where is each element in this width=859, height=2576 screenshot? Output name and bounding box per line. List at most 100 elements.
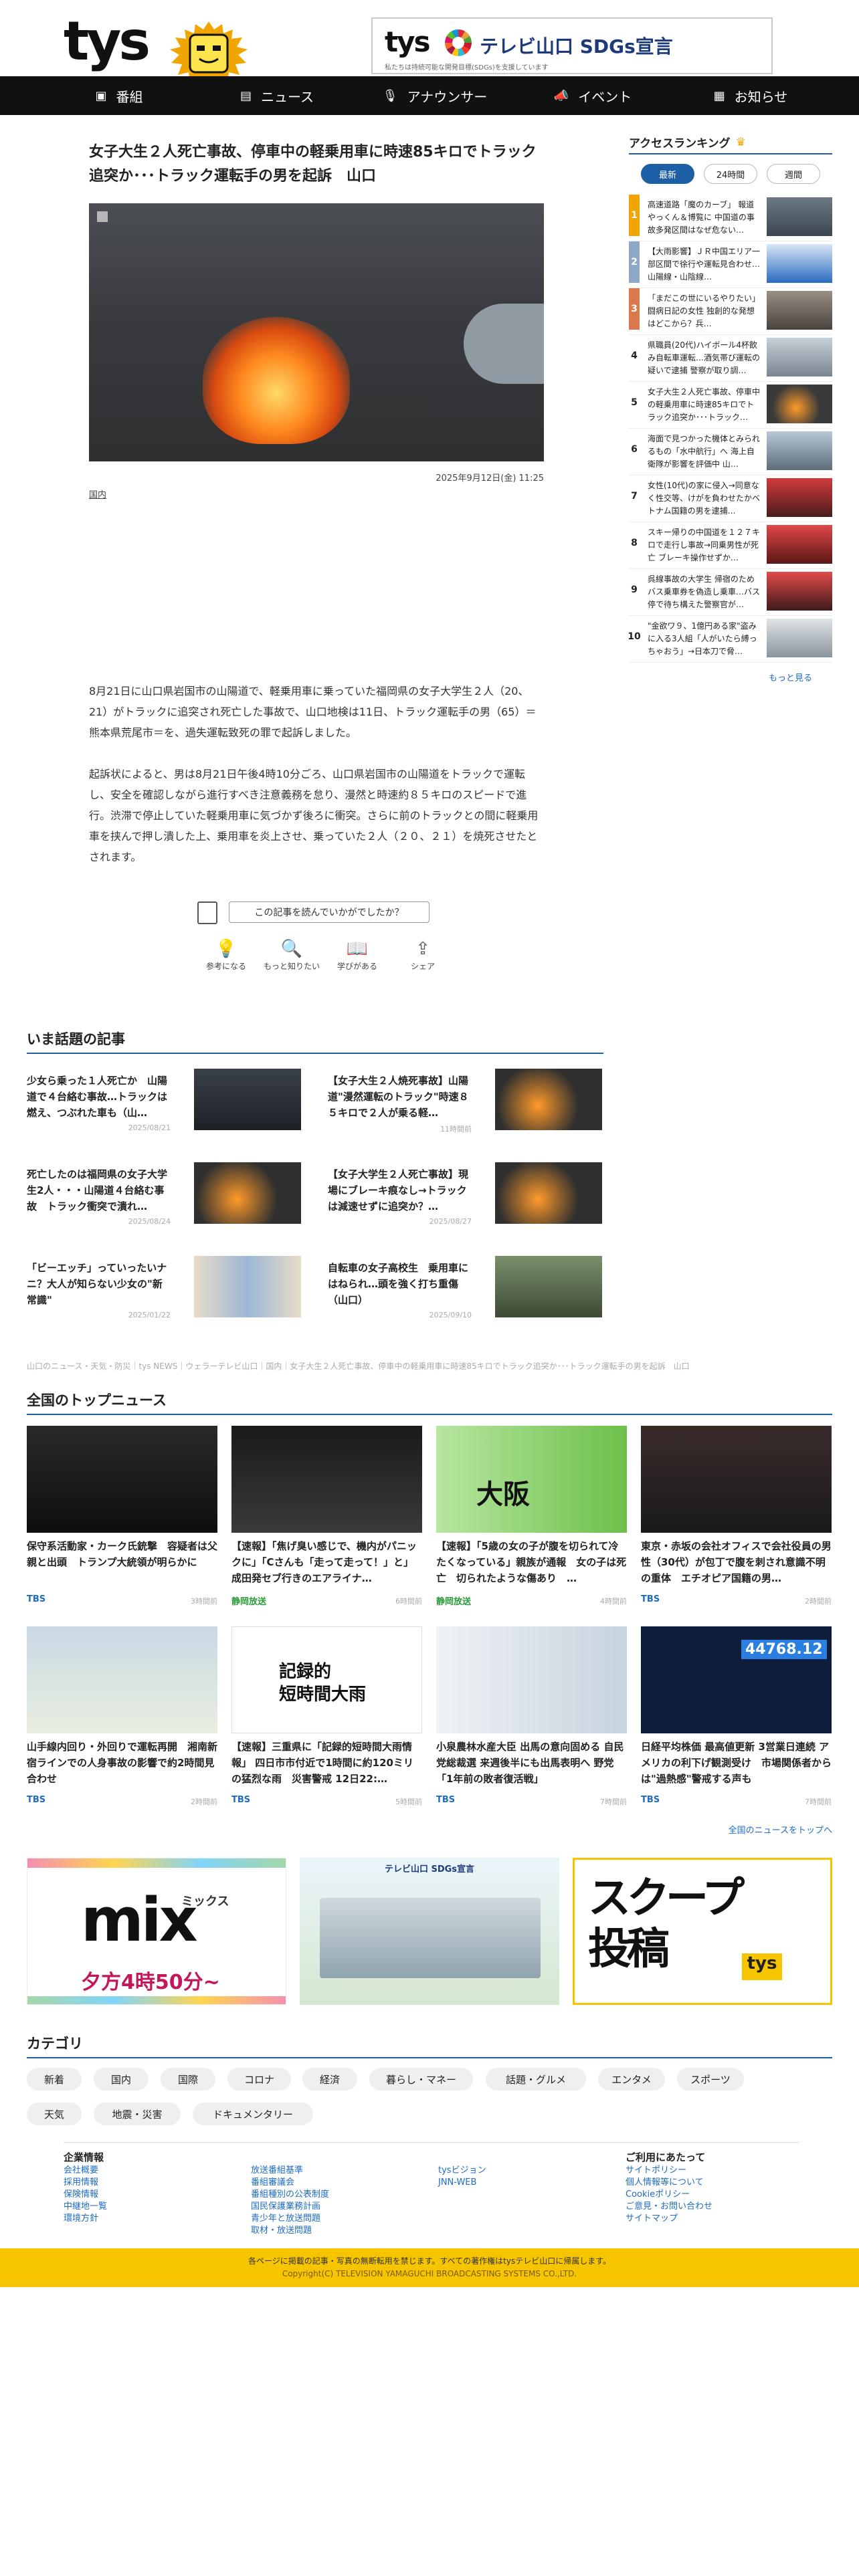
sdgs-wheel-icon xyxy=(445,29,472,56)
breadcrumb[interactable]: 山口のニュース・天気・防災｜tys NEWS｜ウェラーテレビ山口｜国内｜女子大生… xyxy=(27,1360,696,1372)
category-chip[interactable]: 暮らし・マネー xyxy=(369,2068,473,2090)
popular-item[interactable]: 「ビーエッチ」っていったいナニ？大人が知らない少女の"新常識" 2025/01/2… xyxy=(27,1256,308,1323)
promo-sdgs[interactable]: テレビ山口 SDGs宣言 xyxy=(300,1858,559,2005)
footer-link[interactable]: JNN-WEB xyxy=(438,2177,612,2189)
category-chip[interactable]: ドキュメンタリー xyxy=(193,2103,313,2125)
footer-link[interactable]: 青少年と放送問題 xyxy=(251,2213,425,2225)
rank-number: 8 xyxy=(631,538,638,548)
survey-icon xyxy=(197,901,217,924)
top-news-more-link[interactable]: 全国のニュースをトップへ xyxy=(729,1823,832,1836)
ranking-item[interactable]: 7 女性(10代)の家に侵入→同意なく性交等、けがを負わせたかベトナム国籍の男を逮… xyxy=(629,475,832,522)
ranking-item[interactable]: 10 "金欲ワ９、1億円ある家"盗みに入る3人組「人がいたら縛っちゃおう」→日本刀… xyxy=(628,616,832,663)
footer-link[interactable]: 国民保護業務計画 xyxy=(251,2201,425,2213)
ranking-thumbnail xyxy=(767,478,832,517)
reaction-share[interactable]: ⇪ シェア xyxy=(394,938,452,978)
sdgs-banner-sub: 私たちは持続可能な開発目標(SDGs)を支援しています xyxy=(385,64,549,72)
popular-item[interactable]: 【女子大生２人焼死事故】山陽道"漫然運転のトラック"時速８５キロで２人が乗る軽…… xyxy=(328,1069,609,1136)
footer-link[interactable]: 採用情報 xyxy=(64,2177,237,2189)
footer-link[interactable]: 会社概要 xyxy=(64,2165,237,2177)
ranking-item[interactable]: 6 海面で見つかった機体とみられるもの「水中航行」へ 海上自衛隊が影響を評価中 山… xyxy=(629,429,832,475)
reaction-helpful[interactable]: 💡 参考になる xyxy=(197,938,255,978)
reaction-learn[interactable]: 📖 学びがある xyxy=(328,938,386,978)
category-chip[interactable]: スポーツ xyxy=(677,2068,744,2090)
top-news-source: TBS xyxy=(436,1795,456,1805)
popular-title: いま話題の記事 xyxy=(27,1029,603,1054)
reaction-more[interactable]: 🔍 もっと知りたい xyxy=(263,938,320,978)
popular-item[interactable]: 死亡したのは福岡県の女子大学生2人・・・山陽道４台絡む事故 トラック衝突で潰れ…… xyxy=(27,1162,308,1229)
category-chip[interactable]: エンタメ xyxy=(598,2068,665,2090)
category-chip[interactable]: 新着 xyxy=(27,2068,82,2090)
ranking-item[interactable]: 4 県職員(20代)ハイボール4杯飲み自転車運転…酒気帯び運転の疑いで逮捕 警察が… xyxy=(629,335,832,382)
footer-link[interactable]: tysビジョン xyxy=(438,2165,612,2177)
ranking-more-link[interactable]: もっと見る xyxy=(629,671,812,683)
popular-item-date: 2025/08/27 xyxy=(429,1217,472,1226)
article-category-tag[interactable]: 国内 xyxy=(89,488,544,500)
top-news-card[interactable]: 44768.12 日経平均株価 最高値更新 3営業日連続 アメリカの利下げ観測受け… xyxy=(641,1626,832,1820)
ranking-item[interactable]: 8 スキー帰りの中国道を１２７キロで走行し事故→同乗男性が死亡 ブレーキ操作せずか… xyxy=(629,522,832,569)
footer-link[interactable]: 放送番組基準 xyxy=(251,2165,425,2177)
top-news-time: 3時間前 xyxy=(191,1597,217,1606)
footer-link[interactable]: 環境方針 xyxy=(64,2213,237,2225)
top-news-card[interactable]: 東京・赤坂の会社オフィスで会社役員の男性（30代）が包丁で腹を刺され意識不明の重… xyxy=(641,1426,832,1620)
category-chip[interactable]: 天気 xyxy=(27,2103,82,2125)
top-news-time: 2時間前 xyxy=(805,1597,832,1606)
tab-weekly[interactable]: 週間 xyxy=(767,164,820,184)
footer-col-broadcast: 放送番組基準 番組審議会 番組種別の公表制度 国民保護業務計画 青少年と放送問題… xyxy=(251,2165,425,2237)
popular-item-thumbnail xyxy=(495,1256,602,1317)
nav-events[interactable]: 📣 イベント xyxy=(514,76,672,115)
footer-link[interactable]: 個人情報等について xyxy=(626,2177,799,2189)
footer-link[interactable]: 番組審議会 xyxy=(251,2177,425,2189)
footer-link[interactable]: サイトポリシー xyxy=(626,2165,799,2177)
top-news-card[interactable]: 保守系活動家・カーク氏銃撃 容疑者は父親と出頭 トランプ大統領が明らかに TBS 3… xyxy=(27,1426,217,1620)
sdgs-banner-logo: tys xyxy=(385,25,430,58)
footer-link[interactable]: 取材・放送問題 xyxy=(251,2225,425,2237)
ranking-item[interactable]: 9 呉線事故の大学生 帰宿のためバス乗車券を偽造し乗車…バス停で待ち構えた警察官が… xyxy=(629,569,832,616)
promo-mix[interactable]: mix ミックス 夕方4時50分~ xyxy=(27,1858,286,2005)
category-chip[interactable]: 国際 xyxy=(161,2068,215,2090)
popular-item[interactable]: 少女ら乗った１人死亡か 山陽道で４台絡む事故…トラックは燃え、つぶれた車も（山…… xyxy=(27,1069,308,1136)
category-chip[interactable]: 国内 xyxy=(94,2068,149,2090)
nav-announcers[interactable]: 🎙 アナウンサー xyxy=(356,76,514,115)
article-date: 2025年9月12日(金) 11:25 xyxy=(436,473,544,484)
top-news-card[interactable]: 大阪 【速報】「5歳の女の子が腹を切られて冷たくなっている」親族が通報 女の子は死… xyxy=(436,1426,627,1620)
article-paragraph: 8月21日に山口県岩国市の山陽道で、軽乗用車に乗っていた福岡県の女子大学生２人（… xyxy=(89,685,537,739)
category-chip[interactable]: 地震・災害 xyxy=(94,2103,181,2125)
category-chip[interactable]: コロナ xyxy=(227,2068,291,2090)
top-news-card[interactable]: 小泉農林水産大臣 出馬の意向固める 自民党総裁選 来週後半にも出馬表明へ 野党「… xyxy=(436,1626,627,1820)
footer-link[interactable]: 中継地一覧 xyxy=(64,2201,237,2213)
ranking-item[interactable]: 3 「まだこの世にいるやりたい」闘病日記の女性 独創的な発想はどこから？兵… xyxy=(629,288,832,335)
tab-latest[interactable]: 最新 xyxy=(641,164,694,184)
popular-item-thumbnail xyxy=(194,1069,301,1130)
ranking-item[interactable]: 5 女子大生２人死亡事故、停車中の軽乗用車に時速85キロでトラック追突か･･･トラ… xyxy=(629,382,832,429)
popular-item-title: 「ビーエッチ」っていったいナニ？大人が知らない少女の"新常識" xyxy=(27,1262,167,1306)
popular-item[interactable]: 自転車の女子高校生 乗用車にはねられ…頭を強く打ち重傷（山口） 2025/09/1… xyxy=(328,1256,609,1323)
book-icon: 📖 xyxy=(346,939,369,959)
nav-notices[interactable]: ▦ お知らせ xyxy=(672,76,830,115)
footer-link[interactable]: ご意見・お問い合わせ xyxy=(626,2201,799,2213)
footer-link[interactable]: Cookieポリシー xyxy=(626,2189,799,2201)
ranking-text: 女性(10代)の家に侵入→同意なく性交等、けがを負わせたかベトナム国籍の男を逮捕… xyxy=(648,481,761,516)
ranking-item[interactable]: 1 高速道路「魔のカーブ」 報道やっくん＆博覧に 中国道の事故多発区間はなぜ危ない… xyxy=(629,195,832,241)
category-chip[interactable]: 話題・グルメ xyxy=(486,2068,586,2090)
category-chip[interactable]: 経済 xyxy=(302,2068,357,2090)
lightbulb-icon: 💡 xyxy=(215,939,237,959)
sdgs-banner[interactable]: tys テレビ山口 SDGs宣言 私たちは持続可能な開発目標(SDGs)を支援し… xyxy=(371,17,773,74)
footer-link[interactable]: サイトマップ xyxy=(626,2213,799,2225)
tab-24h[interactable]: 24時間 xyxy=(704,164,757,184)
top-news-card[interactable]: 山手線内回り・外回りで運転再開 湘南新宿ラインでの人身事故の影響で約2時間見合わ… xyxy=(27,1626,217,1820)
building-image xyxy=(320,1898,541,1978)
site-logo[interactable]: tys xyxy=(64,15,151,68)
ranking-thumbnail xyxy=(767,619,832,657)
footer-link[interactable]: 保険情報 xyxy=(64,2189,237,2201)
top-news-card[interactable]: 【速報】「焦げ臭い感じで、機内がパニックに」「Cさんも「走って走って！」と」 成… xyxy=(231,1426,422,1620)
rank-number: 2 xyxy=(629,241,640,283)
top-news-card[interactable]: 記録的 短時間大雨 【速報】三重県に「記録的短時間大雨情報」 四日市市付近で1時間に… xyxy=(231,1626,422,1820)
rank-number: 4 xyxy=(631,350,638,361)
ranking-thumbnail xyxy=(767,385,832,423)
popular-item[interactable]: 【女子大学生２人死亡事故】現場にブレーキ痕なし→トラックは減速せずに追突か？… 2… xyxy=(328,1162,609,1229)
nav-programs[interactable]: ▣ 番組 xyxy=(40,76,198,115)
footer-link[interactable]: 番組種別の公表制度 xyxy=(251,2189,425,2201)
nav-news[interactable]: ▤ ニュース xyxy=(198,76,356,115)
ranking-item[interactable]: 2 【大雨影響】ＪＲ中国エリア一部区間で徐行や運転見合わせ…山陽線・山陰線… xyxy=(629,241,832,288)
promo-scoop[interactable]: スクープ投稿 tys xyxy=(573,1858,832,2005)
